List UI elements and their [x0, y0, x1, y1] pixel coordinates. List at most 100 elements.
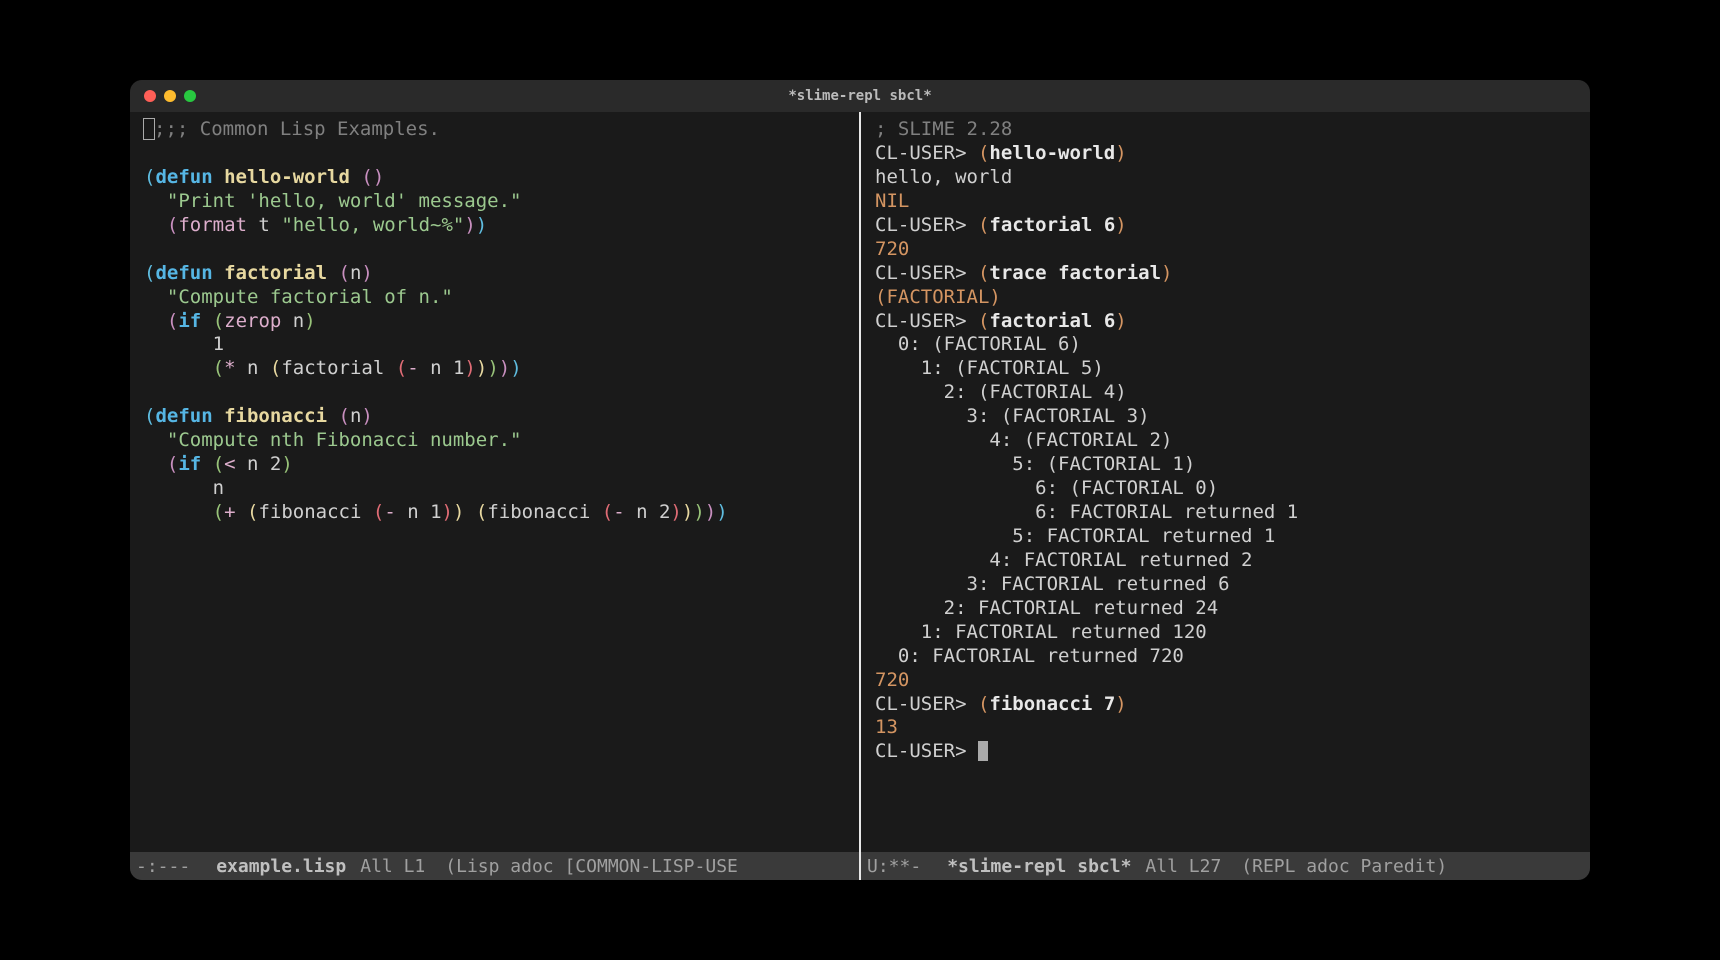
modeline-left[interactable]: -:--- example.lisp All L1 (Lisp adoc [COMMO…: [130, 852, 859, 880]
args: n 2: [236, 453, 282, 475]
modeline-pos: All L27: [1145, 856, 1221, 877]
repl-prompt: CL-USER>: [875, 740, 967, 762]
params: n: [350, 405, 361, 427]
repl-input: hello-world: [989, 142, 1115, 164]
fn-name: factorial: [224, 262, 327, 284]
trace-line: 3: (FACTORIAL 3): [875, 405, 1150, 427]
args: n: [281, 310, 304, 332]
args: n 1: [419, 357, 465, 379]
trace-line: 1: (FACTORIAL 5): [875, 357, 1104, 379]
point-cursor: [144, 119, 154, 139]
trace-line: 5: FACTORIAL returned 1: [875, 525, 1275, 547]
docstring: "Compute factorial of n.": [167, 286, 453, 308]
repl-input: 6: [1092, 214, 1115, 236]
repl-input: factorial: [989, 214, 1092, 236]
docstring: "Compute nth Fibonacci number.": [167, 429, 522, 451]
repl-output: hello, world: [875, 166, 1012, 188]
args: n: [236, 357, 270, 379]
repl-input: factorial: [1047, 262, 1161, 284]
modeline-file: example.lisp: [216, 856, 346, 877]
keyword: if: [178, 310, 201, 332]
paren: ): [361, 262, 372, 284]
repl-prompt: CL-USER>: [875, 142, 967, 164]
titlebar[interactable]: *slime-repl sbcl*: [130, 80, 1590, 112]
modeline-right[interactable]: U:**- *slime-repl sbcl* All L27 (REPL adoc …: [861, 852, 1590, 880]
repl-prompt: CL-USER>: [875, 262, 967, 284]
args: t: [247, 214, 281, 236]
string: "hello, world~%": [281, 214, 464, 236]
modeline-status: U:**-: [867, 856, 921, 877]
builtin: -: [407, 357, 418, 379]
literal: n: [213, 477, 224, 499]
modeline-mode: (Lisp adoc [COMMON-LISP-USE: [445, 856, 738, 877]
paren: (: [339, 262, 350, 284]
repl-result: 720: [875, 238, 909, 260]
builtin: <: [224, 453, 235, 475]
literal: 1: [213, 333, 224, 355]
trace-line: 2: (FACTORIAL 4): [875, 381, 1127, 403]
builtin: -: [613, 501, 624, 523]
modeline-pos: All L1: [360, 856, 425, 877]
modeline-file: *slime-repl sbcl*: [947, 856, 1131, 877]
trace-line: 6: FACTORIAL returned 1: [875, 501, 1298, 523]
modeline-status: -:---: [136, 856, 190, 877]
repl-buffer[interactable]: ; SLIME 2.28 CL-USER> (hello-world) hell…: [861, 112, 1590, 852]
params: n: [350, 262, 361, 284]
defun-keyword: defun: [155, 166, 212, 188]
source-buffer[interactable]: ;;; Common Lisp Examples. ( defun hello-w…: [130, 112, 859, 852]
emacs-window: *slime-repl sbcl* ;;; Common Lisp Exampl…: [130, 80, 1590, 880]
call: factorial: [281, 357, 384, 379]
traffic-lights: [130, 90, 196, 102]
builtin: zerop: [224, 310, 281, 332]
trace-line: 3: FACTORIAL returned 6: [875, 573, 1230, 595]
minimize-icon[interactable]: [164, 90, 176, 102]
trace-line: 2: FACTORIAL returned 24: [875, 597, 1218, 619]
paren: (: [339, 405, 350, 427]
repl-prompt: CL-USER>: [875, 693, 967, 715]
call: fibonacci: [258, 501, 361, 523]
close-icon[interactable]: [144, 90, 156, 102]
trace-line: 0: (FACTORIAL 6): [875, 333, 1081, 355]
repl-input: factorial: [989, 310, 1092, 332]
split-panes: ;;; Common Lisp Examples. ( defun hello-w…: [130, 112, 1590, 880]
fn-name: fibonacci: [224, 405, 327, 427]
defun-keyword: defun: [155, 405, 212, 427]
repl-input: trace: [989, 262, 1046, 284]
repl-cursor[interactable]: [978, 741, 988, 761]
builtin: +: [224, 501, 235, 523]
zoom-icon[interactable]: [184, 90, 196, 102]
repl-banner: ; SLIME 2.28: [875, 118, 1012, 140]
builtin: format: [178, 214, 247, 236]
params: (): [361, 166, 384, 188]
repl-input: 6: [1092, 310, 1115, 332]
repl-input: 7: [1092, 693, 1115, 715]
paren: ): [361, 405, 372, 427]
fn-name: hello-world: [224, 166, 350, 188]
trace-line: 0: FACTORIAL returned 720: [875, 645, 1184, 667]
repl-prompt: CL-USER>: [875, 310, 967, 332]
repl-result: NIL: [875, 190, 909, 212]
call: fibonacci: [487, 501, 590, 523]
keyword: if: [178, 453, 201, 475]
trace-line: 5: (FACTORIAL 1): [875, 453, 1195, 475]
trace-line: 6: (FACTORIAL 0): [875, 477, 1218, 499]
trace-line: 4: (FACTORIAL 2): [875, 429, 1172, 451]
docstring: "Print 'hello, world' message.": [167, 190, 522, 212]
defun-keyword: defun: [155, 262, 212, 284]
repl-result: 720: [875, 669, 909, 691]
trace-line: 1: FACTORIAL returned 120: [875, 621, 1207, 643]
repl-result: (FACTORIAL): [875, 286, 1001, 308]
builtin: *: [224, 357, 235, 379]
modeline-mode: (REPL adoc Paredit): [1241, 856, 1447, 877]
window-title: *slime-repl sbcl*: [130, 88, 1590, 104]
repl-input: fibonacci: [989, 693, 1092, 715]
builtin: -: [384, 501, 395, 523]
repl-pane: ; SLIME 2.28 CL-USER> (hello-world) hell…: [861, 112, 1590, 880]
args: n 1: [396, 501, 442, 523]
source-pane: ;;; Common Lisp Examples. ( defun hello-w…: [130, 112, 859, 880]
repl-prompt: CL-USER>: [875, 214, 967, 236]
args: n 2: [625, 501, 671, 523]
repl-result: 13: [875, 716, 898, 738]
comment: ;;; Common Lisp Examples.: [154, 118, 440, 140]
trace-line: 4: FACTORIAL returned 2: [875, 549, 1253, 571]
